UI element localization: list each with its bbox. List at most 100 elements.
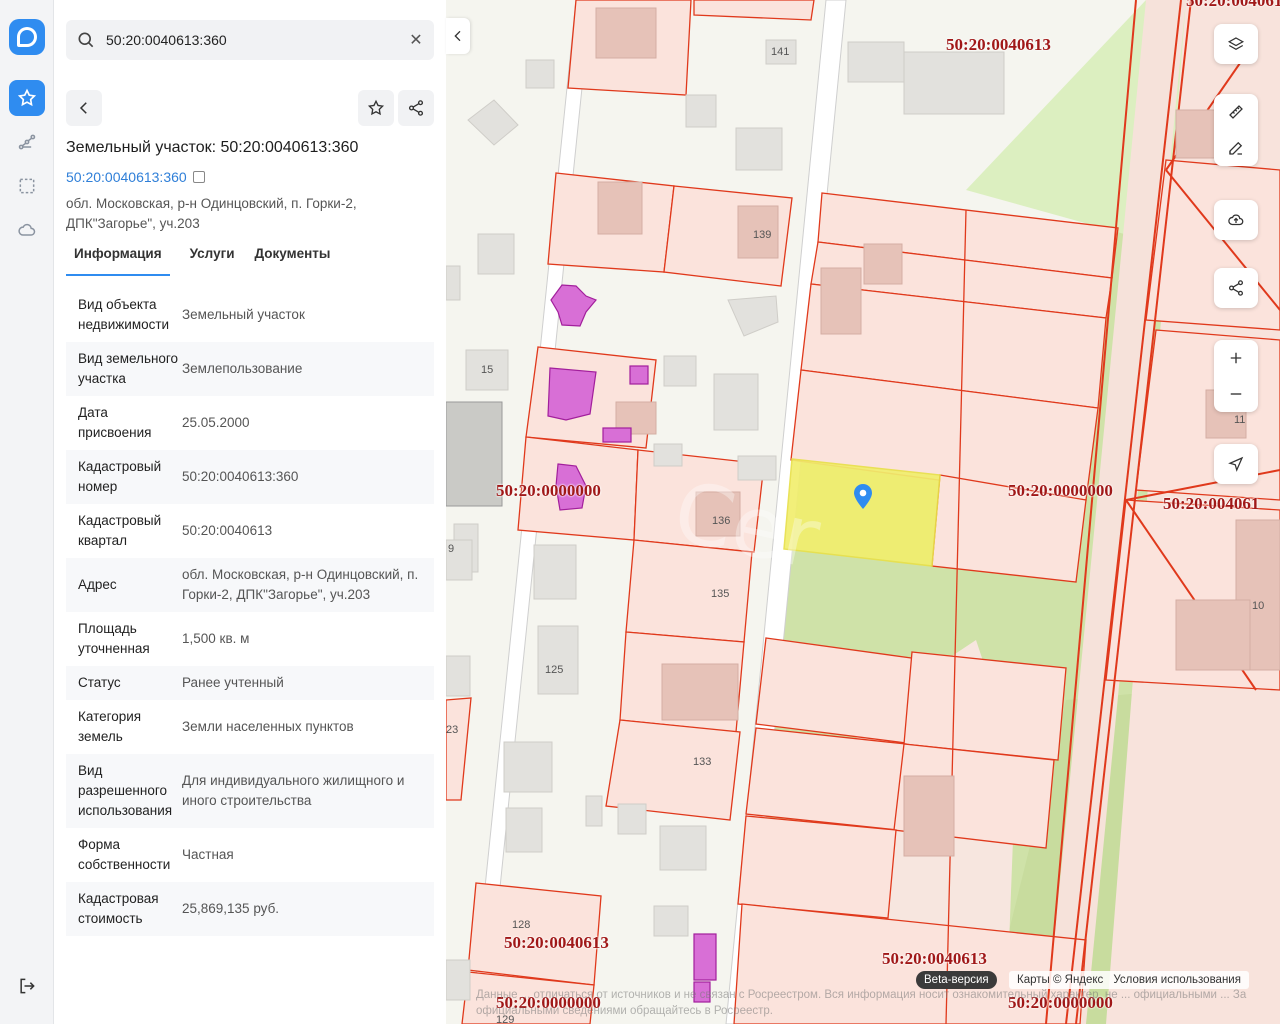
ruler-button[interactable]	[1214, 94, 1258, 130]
ruler-icon	[1229, 105, 1243, 119]
cad-quarter-label: 50:20:004061	[1186, 0, 1280, 10]
house-number: 11	[1234, 414, 1246, 426]
nav-routes-button[interactable]	[9, 124, 45, 160]
zoom-out-button[interactable]	[1214, 376, 1258, 412]
zoom-in-button[interactable]	[1214, 340, 1258, 376]
house-number: 141	[771, 46, 790, 58]
layers-icon	[1227, 37, 1245, 50]
info-value: Землепользование	[182, 361, 303, 376]
chevron-left-icon	[79, 102, 87, 114]
close-icon: ✕	[409, 32, 423, 49]
tab-documents[interactable]: Документы	[255, 246, 331, 276]
house-number: 135	[711, 588, 730, 600]
tab-services[interactable]: Услуги	[190, 246, 235, 276]
info-key: Статус	[78, 675, 121, 690]
map-canvas[interactable]: Cer	[446, 0, 1280, 1024]
info-key: Кадастровая стоимость	[78, 891, 159, 926]
logout-icon	[20, 978, 35, 994]
collapse-panel-button[interactable]	[446, 18, 470, 54]
back-button[interactable]	[66, 90, 102, 126]
cad-quarter-label: 50:20:0000000	[1008, 481, 1113, 500]
favorite-button[interactable]	[358, 90, 394, 126]
plus-icon	[1230, 352, 1242, 364]
house-number: 10	[1252, 600, 1265, 612]
parcel-address: обл. Московская, р-н Одинцовский, п. Гор…	[66, 196, 357, 231]
info-value: Земельный участок	[182, 307, 305, 322]
info-value: Ранее учтенный	[182, 675, 284, 690]
info-key: Кадастровый квартал	[78, 513, 162, 548]
info-panel: ✕ Земельный участок: 50:20:0040613:360 5…	[54, 0, 446, 1024]
map-view[interactable]: Cer 141 139 15 136 135 125 133 128 129 9…	[446, 0, 1280, 1024]
cad-number-text[interactable]: 50:20:0040613:360	[66, 169, 187, 185]
house-number: 125	[545, 664, 564, 676]
info-value: 25.05.2000	[182, 415, 250, 430]
upload-button[interactable]	[1214, 200, 1258, 240]
share-button[interactable]	[398, 90, 434, 126]
search-input[interactable]	[106, 20, 396, 60]
info-row: Вид объекта недвижимости Земельный участо…	[66, 288, 434, 342]
info-row: Кадастровый номер 50:20:0040613:360	[66, 450, 434, 504]
chevron-left-icon	[454, 30, 461, 42]
info-value: 50:20:0040613	[182, 523, 273, 538]
info-row: Дата присвоения 25.05.2000	[66, 396, 434, 450]
info-key: Вид земельного участка	[78, 351, 179, 386]
info-row: Адрес обл. Московская, р-н Одинцовский, п…	[66, 558, 434, 612]
cad-quarter-label: 50:20:0040613	[946, 35, 1051, 54]
geolocation-button[interactable]	[1214, 444, 1258, 484]
info-value: Земли населенных пунктов	[182, 719, 354, 734]
nav-favorites-button[interactable]	[9, 80, 45, 116]
house-number: 139	[753, 229, 772, 241]
info-key: Вид объекта недвижимости	[78, 297, 170, 332]
map-share-button[interactable]	[1214, 268, 1258, 308]
cloud-icon	[18, 223, 36, 236]
info-value: 50:20:0040613:360	[182, 469, 299, 484]
logout-button[interactable]	[9, 968, 45, 1004]
cad-number-link[interactable]: 50:20:0040613:360	[66, 169, 205, 185]
cad-quarter-label: 50:20:004061	[1163, 494, 1260, 513]
zoom-controls	[1214, 340, 1258, 412]
dashed-square-icon	[19, 178, 35, 194]
house-number: 9	[448, 543, 455, 555]
info-row: Форма собственности Частная	[66, 828, 434, 882]
info-value: 25,869,135 руб.	[182, 901, 280, 916]
tab-bar: Информация Услуги Документы	[66, 246, 436, 276]
cad-quarter-label: 50:20:0000000	[496, 481, 601, 500]
info-value: Частная	[182, 847, 234, 862]
house-number: 23	[446, 724, 459, 736]
info-row: Вид разрешенного использования Для индиви…	[66, 754, 434, 828]
tab-info[interactable]: Информация	[66, 246, 170, 276]
info-row: Кадастровый квартал 50:20:0040613	[66, 504, 434, 558]
copy-icon[interactable]	[192, 171, 205, 183]
nodes-icon	[18, 134, 36, 150]
edit-icon	[1229, 141, 1243, 155]
map-pin-icon[interactable]	[852, 484, 874, 510]
nav-area-button[interactable]	[9, 168, 45, 204]
info-row: Вид земельного участка Землепользование	[66, 342, 434, 396]
share-icon	[1228, 280, 1244, 296]
info-key: Форма собственности	[78, 837, 171, 872]
house-number: 133	[693, 756, 712, 768]
info-row: Категория земель Земли населенных пунктов	[66, 700, 434, 754]
info-key: Категория земель	[78, 709, 142, 744]
house-number: 15	[481, 364, 494, 376]
layers-button[interactable]	[1214, 24, 1258, 64]
tools-group	[1214, 94, 1258, 166]
edit-button[interactable]	[1214, 130, 1258, 166]
cloud-upload-icon	[1228, 214, 1244, 226]
navigation-arrow-icon	[1228, 456, 1244, 472]
app-logo[interactable]	[9, 19, 45, 55]
info-row: Статус Ранее учтенный	[66, 666, 434, 700]
star-icon	[367, 99, 385, 116]
nav-rail	[0, 0, 54, 1024]
nav-cloud-button[interactable]	[9, 212, 45, 248]
info-key: Площадь уточненная	[78, 621, 150, 656]
share-icon	[408, 100, 424, 116]
disclaimer-text: Данные ... отличаться от источников и не…	[476, 989, 1247, 1017]
minus-icon	[1230, 393, 1242, 395]
info-key: Кадастровый номер	[78, 459, 162, 494]
info-key: Вид разрешенного использования	[78, 763, 173, 818]
info-value: Для индивидуального жилищного и иного ст…	[182, 773, 405, 808]
info-value: 1,500 кв. м	[182, 631, 250, 646]
clear-search-button[interactable]: ✕	[406, 30, 426, 50]
house-number: 136	[712, 515, 731, 527]
